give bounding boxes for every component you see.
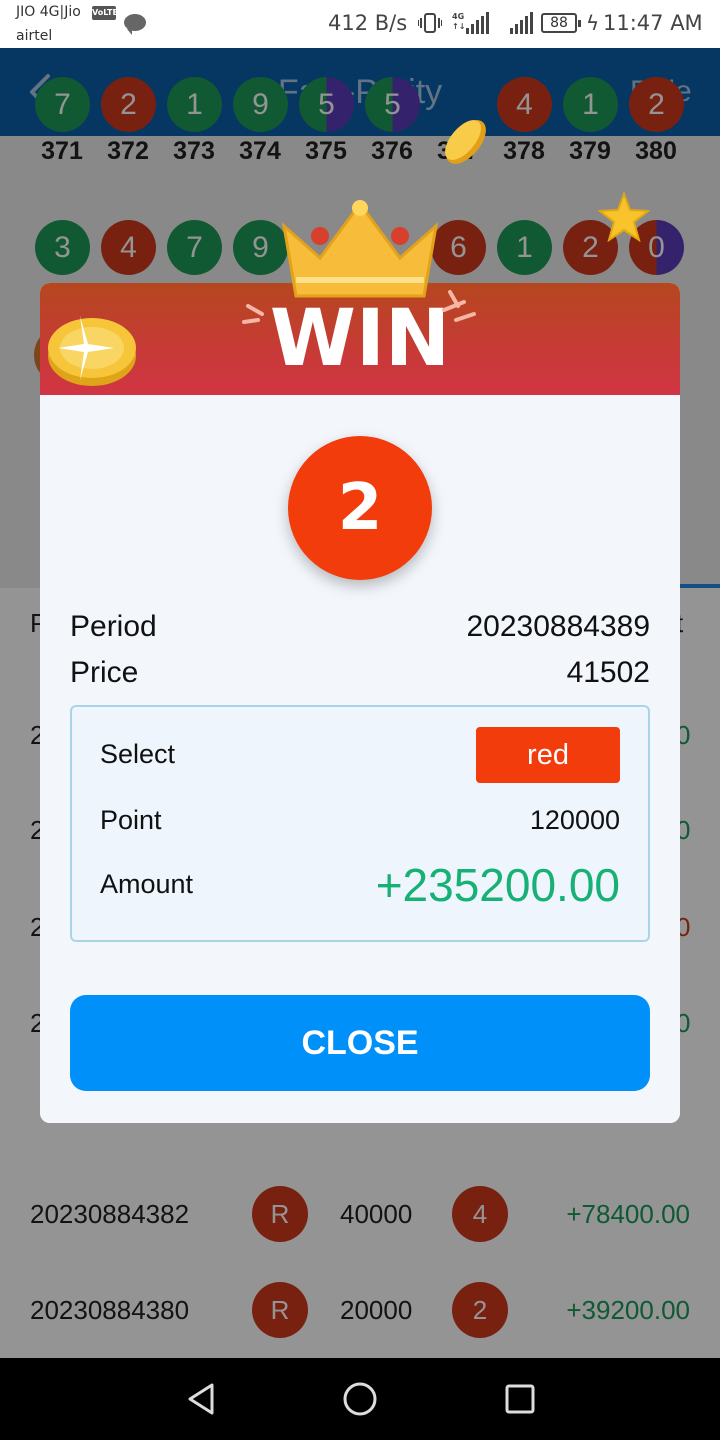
- lte-tag-top: 4G: [452, 12, 465, 21]
- battery-icon: 88: [541, 13, 581, 33]
- carrier-line-2: airtel: [16, 28, 53, 44]
- period-value: 20230884389: [466, 610, 650, 643]
- lte-tag-bottom: ↑↓: [452, 22, 466, 31]
- signal-icon: [466, 12, 489, 34]
- coin-icon: [445, 120, 486, 164]
- circle-home-icon[interactable]: [343, 1382, 377, 1416]
- lte-tag: 4G ↑↓: [452, 12, 465, 32]
- volte-icon: VoLTE: [92, 6, 118, 20]
- star-icon: [598, 192, 650, 242]
- select-label: Select: [100, 739, 176, 769]
- select-value-badge: red: [476, 727, 620, 783]
- crown-icon: [281, 200, 439, 298]
- amount-label: Amount: [100, 869, 194, 899]
- carrier-line-1: JIO 4G|Jio: [16, 4, 81, 20]
- charging-icon: ϟ: [586, 11, 600, 35]
- message-icon: [124, 14, 146, 35]
- vibrate-icon: [418, 13, 442, 33]
- sparkle-icon: [442, 290, 476, 322]
- result-number-ball: 2: [288, 436, 432, 580]
- clock: 11:47 AM: [603, 11, 703, 35]
- sparkle-icon: [242, 304, 264, 324]
- price-value: 41502: [566, 656, 650, 689]
- point-label: Point: [100, 805, 162, 835]
- coin-icon: [48, 316, 136, 386]
- price-label: Price: [70, 656, 139, 689]
- signal-icon: [510, 12, 533, 34]
- square-recents-icon[interactable]: [505, 1384, 535, 1414]
- close-button[interactable]: CLOSE: [70, 995, 650, 1091]
- triangle-back-icon[interactable]: [186, 1382, 216, 1416]
- net-speed: 412 B/s: [328, 11, 408, 35]
- point-value: 120000: [529, 805, 620, 835]
- period-label: Period: [70, 610, 157, 643]
- amount-value: +235200.00: [375, 859, 620, 911]
- status-bar: JIO 4G|Jio VoLTE airtel 412 B/s 4G ↑↓ 88 …: [0, 0, 720, 48]
